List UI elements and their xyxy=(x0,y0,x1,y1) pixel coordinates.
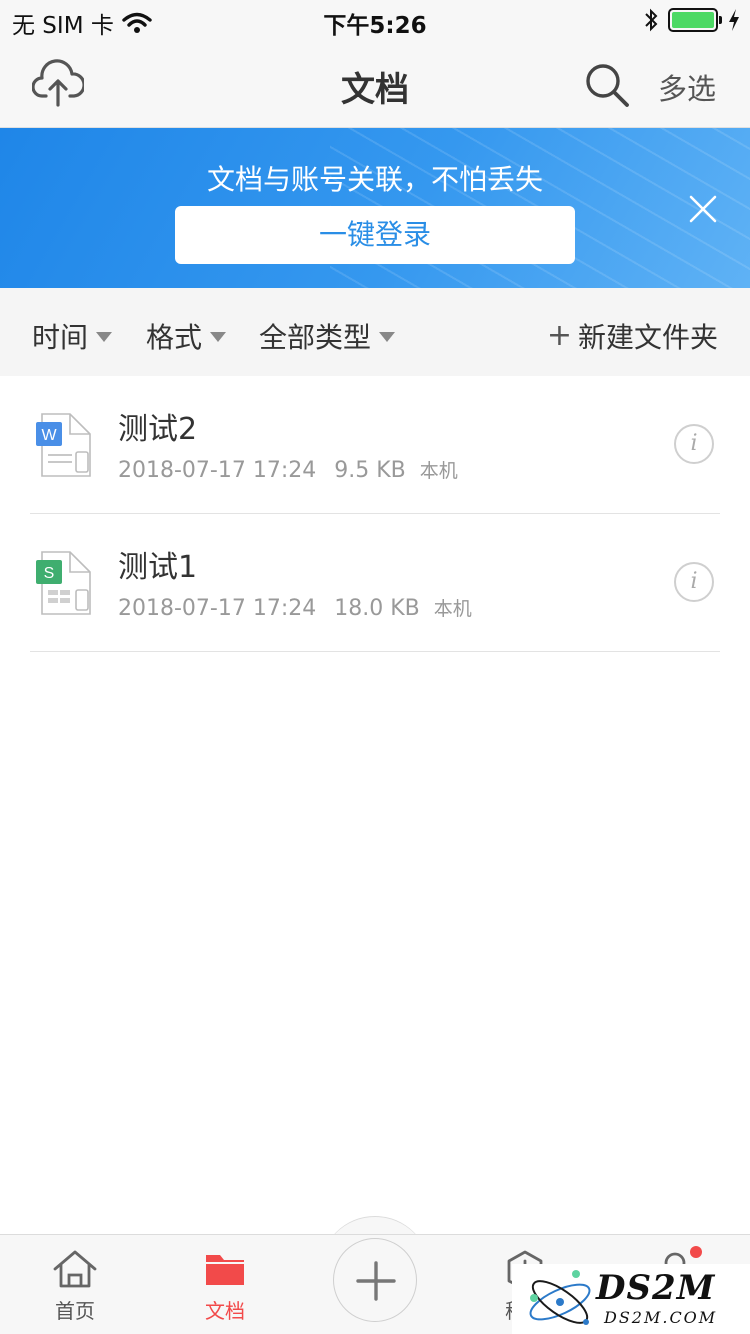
svg-text:S: S xyxy=(44,565,55,582)
new-folder-button[interactable]: + 新建文件夹 xyxy=(547,316,718,356)
filter-type-label: 全部类型 xyxy=(259,321,372,354)
file-name: 测试1 xyxy=(118,550,198,585)
filter-time-label: 时间 xyxy=(32,321,89,354)
multi-select-button[interactable]: 多选 xyxy=(658,66,716,108)
new-folder-label: 新建文件夹 xyxy=(577,321,718,354)
charging-bolt-icon xyxy=(729,9,739,31)
plus-icon xyxy=(356,1261,396,1301)
file-date: 2018-07-17 17:24 xyxy=(118,458,317,483)
file-name: 测试2 xyxy=(118,412,198,447)
tab-documents[interactable]: 文档 xyxy=(175,1249,275,1324)
one-click-login-button[interactable]: 一键登录 xyxy=(175,206,575,264)
home-icon xyxy=(53,1250,97,1288)
info-icon[interactable]: i xyxy=(674,424,714,464)
nav-bar: 文档 多选 xyxy=(0,40,750,128)
page-title: 文档 xyxy=(341,70,409,110)
notification-dot xyxy=(690,1246,702,1258)
info-icon[interactable]: i xyxy=(674,562,714,602)
battery-icon xyxy=(668,8,722,32)
atom-logo-icon xyxy=(529,1270,591,1325)
filter-time[interactable]: 时间 xyxy=(32,316,113,356)
file-date: 2018-07-17 17:24 xyxy=(118,596,317,621)
folder-icon xyxy=(206,1255,244,1285)
tab-home-label: 首页 xyxy=(55,1299,95,1323)
file-size: 9.5 KB xyxy=(334,458,406,483)
caret-down-icon xyxy=(379,332,396,342)
svg-text:W: W xyxy=(41,427,57,444)
writer-doc-icon: W xyxy=(36,413,91,477)
status-right xyxy=(644,8,740,32)
banner-message: 文档与账号关联，不怕丢失 xyxy=(206,163,543,196)
clock: 下午5:26 xyxy=(323,13,427,39)
watermark: DS2M DS2M.COM xyxy=(512,1264,750,1334)
plus-icon: + xyxy=(546,318,572,353)
watermark-text: DS2M xyxy=(596,1268,716,1308)
caret-down-icon xyxy=(96,332,113,342)
tab-home[interactable]: 首页 xyxy=(25,1249,125,1324)
filter-format[interactable]: 格式 xyxy=(146,316,227,356)
file-row[interactable]: W 测试2 2018-07-17 17:24 9.5 KB 本机 i xyxy=(30,376,720,514)
file-row[interactable]: S 测试1 2018-07-17 17:24 18.0 KB 本机 i xyxy=(30,514,720,652)
create-button[interactable] xyxy=(333,1238,417,1322)
filter-type[interactable]: 全部类型 xyxy=(259,316,396,356)
caret-down-icon xyxy=(210,332,227,342)
file-meta: 2018-07-17 17:24 18.0 KB 本机 xyxy=(118,594,472,621)
bluetooth-icon xyxy=(645,8,658,32)
file-size: 18.0 KB xyxy=(334,596,420,621)
spreadsheet-doc-icon: S xyxy=(36,551,91,615)
status-bar: 无 SIM 卡 下午5:26 xyxy=(0,0,750,40)
search-icon[interactable] xyxy=(584,62,630,108)
watermark-subtext: DS2M.COM xyxy=(604,1308,718,1327)
filter-bar: 时间 格式 全部类型 + 新建文件夹 xyxy=(0,288,750,376)
tab-documents-label: 文档 xyxy=(205,1299,245,1323)
file-location: 本机 xyxy=(433,598,472,620)
file-meta: 2018-07-17 17:24 9.5 KB 本机 xyxy=(118,456,458,483)
filter-format-label: 格式 xyxy=(146,321,203,354)
file-location: 本机 xyxy=(419,460,458,482)
login-banner: 文档与账号关联，不怕丢失 一键登录 xyxy=(0,128,750,288)
close-icon[interactable] xyxy=(686,192,720,226)
